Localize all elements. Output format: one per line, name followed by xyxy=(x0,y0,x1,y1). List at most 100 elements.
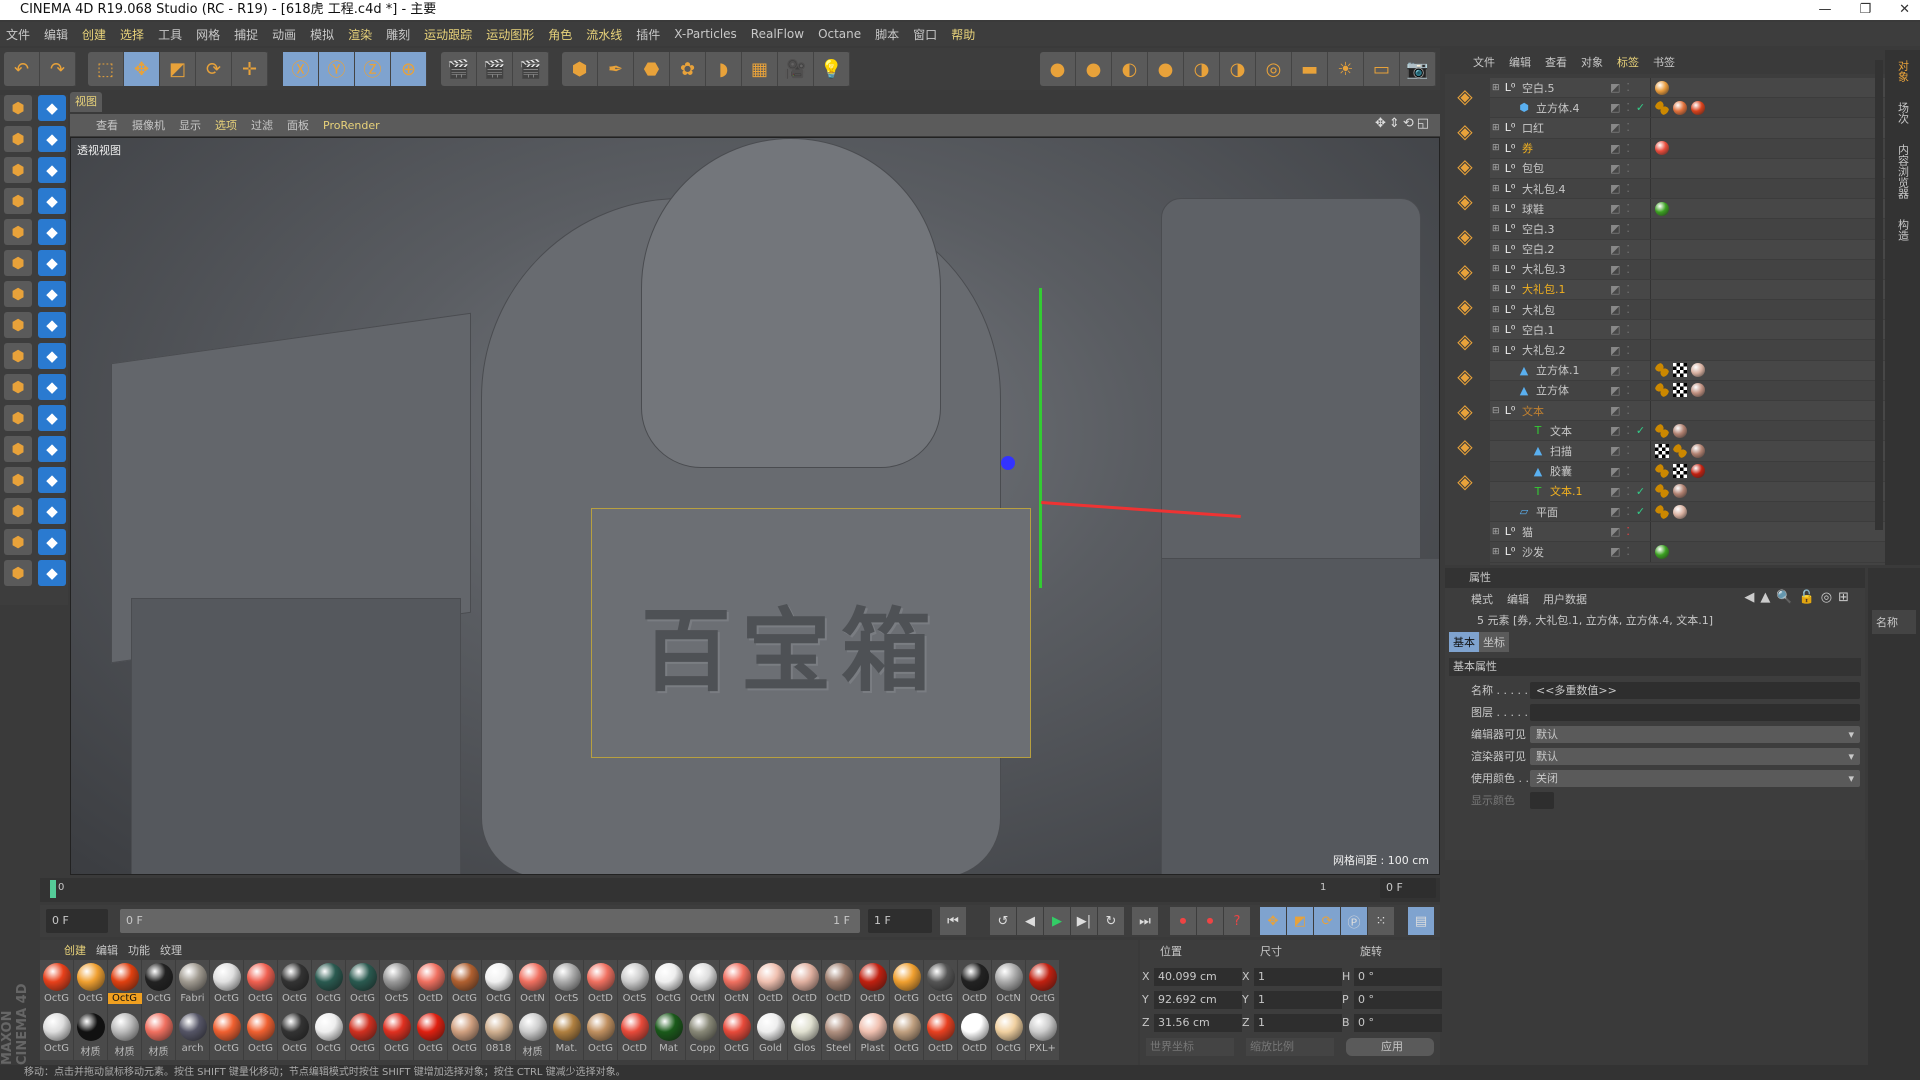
pipe-icon[interactable]: ◈ xyxy=(1445,428,1485,463)
material-swatch[interactable]: OctG xyxy=(448,1010,482,1060)
material-swatch[interactable]: Mat xyxy=(652,1010,686,1060)
expand-icon[interactable]: ⊞ xyxy=(1492,325,1502,335)
side-tab[interactable]: 对象 xyxy=(1895,60,1911,82)
snap-alt-icon[interactable]: ◆ xyxy=(38,343,66,369)
range-slider[interactable]: 0 F 1 F xyxy=(120,909,860,933)
visibility-toggles[interactable]: ◩ ⁚ xyxy=(1610,121,1650,134)
redo-icon[interactable]: ↷ xyxy=(40,52,76,86)
world-coord-icon[interactable]: ⊕ xyxy=(391,52,427,86)
points-mode-alt-icon[interactable]: ◆ xyxy=(38,219,66,245)
octane-diffuse-icon[interactable]: ● xyxy=(1076,52,1112,86)
key-scale-button[interactable]: ◩ xyxy=(1287,907,1313,935)
recent-tool-icon[interactable]: ✛ xyxy=(232,52,268,86)
menu-item[interactable]: 编辑 xyxy=(44,26,68,43)
dropdown[interactable]: 默认 xyxy=(1530,725,1860,743)
material-swatch[interactable]: Plast xyxy=(856,1010,890,1060)
object-name[interactable]: 沙发 xyxy=(1518,544,1618,560)
play-button[interactable]: ▶ xyxy=(1044,907,1070,935)
y-axis-icon[interactable]: Ⓨ xyxy=(319,52,355,86)
menu-item[interactable]: 流水线 xyxy=(586,26,622,43)
object-row[interactable]: T 文本.1 ◩ ⁚ ✓ xyxy=(1490,481,1885,502)
viewport-menu-item[interactable]: 查看 xyxy=(96,117,118,133)
expand-icon[interactable]: ⊞ xyxy=(1492,345,1502,355)
material-swatch[interactable]: OctG xyxy=(924,960,958,1010)
paint-icon[interactable]: ⬢ xyxy=(4,529,32,555)
object-name[interactable]: 口红 xyxy=(1518,120,1618,136)
menu-item[interactable]: 角色 xyxy=(548,26,572,43)
expand-icon[interactable]: ⊞ xyxy=(1492,123,1502,133)
visibility-toggles[interactable]: ◩ ⁚ xyxy=(1610,283,1650,296)
visibility-toggles[interactable]: ◩ ⁚ xyxy=(1610,202,1650,215)
attribute-menu-item[interactable]: 编辑 xyxy=(1507,591,1529,607)
visibility-toggles[interactable]: ◩ ⁚ xyxy=(1610,162,1650,175)
x-axis-icon[interactable]: Ⓧ xyxy=(283,52,319,86)
render-settings-icon[interactable]: 🎬 xyxy=(513,52,549,86)
object-name[interactable]: 空白.2 xyxy=(1518,241,1618,257)
expand-icon[interactable]: ⊞ xyxy=(1492,527,1502,537)
material-swatch[interactable]: OctG xyxy=(142,960,176,1010)
menu-item[interactable]: 工具 xyxy=(158,26,182,43)
material-swatch[interactable]: OctN xyxy=(720,960,754,1010)
phong-tag-icon[interactable] xyxy=(1655,383,1669,398)
object-name[interactable]: 大礼包 xyxy=(1518,302,1618,318)
object-name[interactable]: 大礼包.2 xyxy=(1518,342,1618,358)
material-tag-icon[interactable] xyxy=(1691,443,1705,458)
material-swatch[interactable]: OctG xyxy=(210,1010,244,1060)
record-button[interactable]: ⏺ xyxy=(1170,907,1196,935)
object-menu-item[interactable]: 编辑 xyxy=(1509,54,1531,70)
cube-icon[interactable]: ⬢ xyxy=(562,52,598,86)
material-swatch[interactable]: OctG xyxy=(278,1010,312,1060)
object-row[interactable]: ▲ 扫描 ◩ ⁚ xyxy=(1490,441,1885,462)
knife-alt-icon[interactable]: ◆ xyxy=(38,498,66,524)
object-row[interactable]: ▲ 立方体.1 ◩ ⁚ xyxy=(1490,360,1885,381)
object-row[interactable]: T 文本 ◩ ⁚ ✓ xyxy=(1490,421,1885,442)
material-swatch[interactable]: arch xyxy=(176,1010,210,1060)
object-menu-item[interactable]: 书签 xyxy=(1653,54,1675,70)
object-row[interactable]: ⊞ L⁰ 大礼包.4 ◩ ⁚ xyxy=(1490,178,1885,200)
visibility-toggles[interactable]: ◩ ⁚ xyxy=(1610,364,1650,377)
polygons-mode-icon[interactable]: ⬢ xyxy=(4,281,32,307)
visibility-toggles[interactable]: ◩ ⁚ ✓ xyxy=(1610,485,1650,498)
color-swatch[interactable] xyxy=(1530,791,1554,809)
phong-tag-icon[interactable] xyxy=(1655,423,1669,438)
material-swatch[interactable]: OctG xyxy=(278,960,312,1010)
object-row[interactable]: ⊞ L⁰ 大礼包.3 ◩ ⁚ xyxy=(1490,259,1885,280)
object-row[interactable]: ⊞ L⁰ 球鞋 ◩ ⁚ xyxy=(1490,199,1885,220)
visibility-toggles[interactable]: ◩ ⁚ ✓ xyxy=(1610,101,1650,114)
phong-tag-icon[interactable] xyxy=(1673,443,1687,458)
visibility-toggles[interactable]: ◩ ⁚ xyxy=(1610,243,1650,256)
playhead[interactable] xyxy=(50,880,56,898)
material-swatch[interactable]: Copp xyxy=(686,1010,720,1060)
material-swatch[interactable]: OctN xyxy=(992,960,1026,1010)
object-menu-item[interactable]: 文件 xyxy=(1473,54,1495,70)
snap-icon[interactable]: ⬢ xyxy=(4,343,32,369)
magnet-alt-icon[interactable]: ◆ xyxy=(38,467,66,493)
material-swatch[interactable]: OctD xyxy=(822,960,856,1010)
object-row[interactable]: ▱ 平面 ◩ ⁚ ✓ xyxy=(1490,501,1885,523)
object-mode-icon[interactable]: ⬢ xyxy=(4,126,32,152)
material-tag-icon[interactable] xyxy=(1673,423,1687,438)
points-mode-icon[interactable]: ⬢ xyxy=(4,219,32,245)
coord-field[interactable]: 1 xyxy=(1254,991,1342,1009)
polygons-mode-alt-icon[interactable]: ◆ xyxy=(38,281,66,307)
workplane-alt-icon[interactable]: ◆ xyxy=(38,188,66,214)
menu-item[interactable]: 雕刻 xyxy=(386,26,410,43)
boole-icon[interactable]: ◈ xyxy=(1445,113,1485,148)
key-parameter-button[interactable]: Ⓟ xyxy=(1341,907,1367,935)
tab-viewport[interactable]: 视图 xyxy=(70,92,102,112)
side-tab[interactable]: 场次 xyxy=(1895,102,1911,124)
texture-mode-icon[interactable]: ⬢ xyxy=(4,157,32,183)
visibility-toggles[interactable]: ◩ ⁚ xyxy=(1610,142,1650,155)
go-to-start-button[interactable]: ⏮ xyxy=(940,907,966,935)
material-swatch[interactable]: OctG xyxy=(107,960,142,1010)
visibility-toggles[interactable]: ◩ ⁚ xyxy=(1610,384,1650,397)
key-pla-button[interactable]: ⁙ xyxy=(1368,907,1394,935)
maximize-button[interactable]: ❐ xyxy=(1859,0,1871,20)
material-swatch[interactable]: 材质 xyxy=(142,1010,176,1060)
material-swatch[interactable]: OctN xyxy=(686,960,720,1010)
object-name[interactable]: 包包 xyxy=(1518,160,1618,176)
coord-field[interactable]: 0 ° xyxy=(1354,991,1442,1009)
material-swatch[interactable]: OctD xyxy=(856,960,890,1010)
expand-icon[interactable]: ⊞ xyxy=(1492,284,1502,294)
menu-item[interactable]: 运动图形 xyxy=(486,26,534,43)
